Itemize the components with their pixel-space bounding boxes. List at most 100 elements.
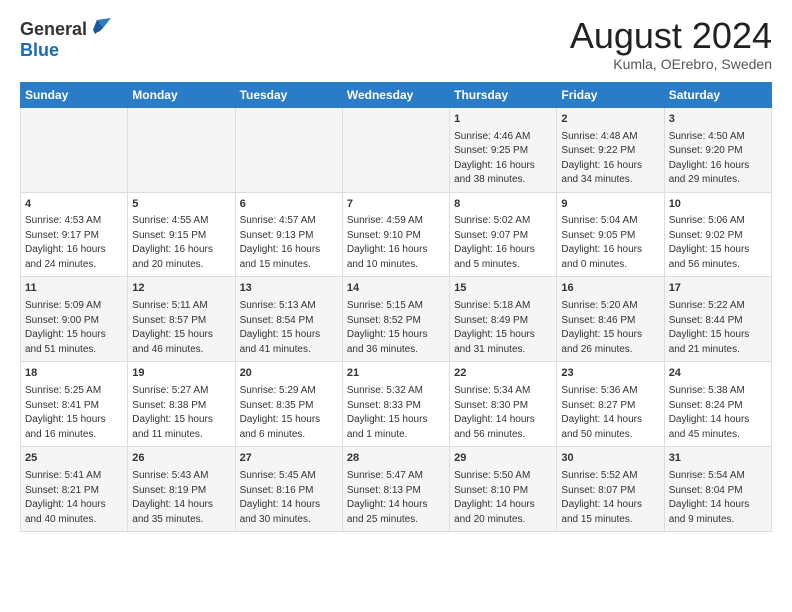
day-info: Sunrise: 5:34 AM Sunset: 8:30 PM Dayligh… [454, 385, 535, 440]
calendar-cell [21, 107, 128, 192]
calendar-cell: 3Sunrise: 4:50 AM Sunset: 9:20 PM Daylig… [664, 107, 771, 192]
header-sunday: Sunday [21, 82, 128, 107]
day-info: Sunrise: 4:48 AM Sunset: 9:22 PM Dayligh… [561, 131, 642, 186]
day-number: 9 [561, 197, 659, 213]
day-number: 15 [454, 281, 552, 297]
day-number: 10 [669, 197, 767, 213]
calendar-cell: 27Sunrise: 5:45 AM Sunset: 8:16 PM Dayli… [235, 447, 342, 532]
header-saturday: Saturday [664, 82, 771, 107]
calendar-cell: 16 Sunrise: 5:20 AM Sunset: 8:46 PM Dayli… [557, 277, 664, 362]
calendar-cell: 23Sunrise: 5:36 AM Sunset: 8:27 PM Dayli… [557, 362, 664, 447]
calendar-cell: 29 Sunrise: 5:50 AM Sunset: 8:10 PM Dayli… [450, 447, 557, 532]
day-info: Sunrise: 5:50 AM Sunset: 8:10 PM Dayligh… [454, 470, 535, 525]
day-info: Sunrise: 5:04 AM Sunset: 9:05 PM Dayligh… [561, 215, 642, 270]
day-number: 31 [669, 451, 767, 467]
day-info: Sunrise: 4:50 AM Sunset: 9:20 PM Dayligh… [669, 131, 750, 186]
day-info: Sunrise: 5:22 AM Sunset: 8:44 PM Dayligh… [669, 300, 750, 355]
day-number: 12 [132, 281, 230, 297]
day-number: 22 [454, 366, 552, 382]
calendar-cell: 28 Sunrise: 5:47 AM Sunset: 8:13 PM Dayli… [342, 447, 449, 532]
calendar-cell: 15 Sunrise: 5:18 AM Sunset: 8:49 PM Dayli… [450, 277, 557, 362]
header-friday: Friday [557, 82, 664, 107]
logo-blue-text: Blue [20, 40, 59, 61]
page: General Blue August 2024 Kumla, OErebro,… [0, 0, 792, 542]
calendar-cell: 8 Sunrise: 5:02 AM Sunset: 9:07 PM Daylig… [450, 192, 557, 277]
logo-bird-icon [89, 16, 111, 38]
calendar-cell: 10 Sunrise: 5:06 AM Sunset: 9:02 PM Dayli… [664, 192, 771, 277]
day-info: Sunrise: 5:13 AM Sunset: 8:54 PM Dayligh… [240, 300, 321, 355]
day-info: Sunrise: 5:18 AM Sunset: 8:49 PM Dayligh… [454, 300, 535, 355]
logo-general-text: General [20, 19, 87, 40]
day-number: 7 [347, 197, 445, 213]
day-number: 25 [25, 451, 123, 467]
day-number: 30 [561, 451, 659, 467]
day-number: 4 [25, 197, 123, 213]
day-info: Sunrise: 5:20 AM Sunset: 8:46 PM Dayligh… [561, 300, 642, 355]
calendar-cell: 2 Sunrise: 4:48 AM Sunset: 9:22 PM Daylig… [557, 107, 664, 192]
day-number: 1 [454, 112, 552, 128]
calendar-cell: 31Sunrise: 5:54 AM Sunset: 8:04 PM Dayli… [664, 447, 771, 532]
calendar-header-row: SundayMondayTuesdayWednesdayThursdayFrid… [21, 82, 772, 107]
calendar-cell: 24Sunrise: 5:38 AM Sunset: 8:24 PM Dayli… [664, 362, 771, 447]
calendar-cell: 11 Sunrise: 5:09 AM Sunset: 9:00 PM Dayli… [21, 277, 128, 362]
day-number: 19 [132, 366, 230, 382]
calendar-cell: 4Sunrise: 4:53 AM Sunset: 9:17 PM Daylig… [21, 192, 128, 277]
calendar-cell [235, 107, 342, 192]
day-info: Sunrise: 5:27 AM Sunset: 8:38 PM Dayligh… [132, 385, 213, 440]
day-number: 29 [454, 451, 552, 467]
calendar-week-4: 25Sunrise: 5:41 AM Sunset: 8:21 PM Dayli… [21, 447, 772, 532]
day-number: 27 [240, 451, 338, 467]
day-info: Sunrise: 5:38 AM Sunset: 8:24 PM Dayligh… [669, 385, 750, 440]
day-info: Sunrise: 5:43 AM Sunset: 8:19 PM Dayligh… [132, 470, 213, 525]
day-info: Sunrise: 5:06 AM Sunset: 9:02 PM Dayligh… [669, 215, 750, 270]
day-number: 14 [347, 281, 445, 297]
day-info: Sunrise: 5:25 AM Sunset: 8:41 PM Dayligh… [25, 385, 106, 440]
calendar-cell: 13 Sunrise: 5:13 AM Sunset: 8:54 PM Dayli… [235, 277, 342, 362]
calendar-cell: 6Sunrise: 4:57 AM Sunset: 9:13 PM Daylig… [235, 192, 342, 277]
calendar-cell: 5 Sunrise: 4:55 AM Sunset: 9:15 PM Daylig… [128, 192, 235, 277]
day-info: Sunrise: 5:52 AM Sunset: 8:07 PM Dayligh… [561, 470, 642, 525]
header-wednesday: Wednesday [342, 82, 449, 107]
calendar-cell: 14 Sunrise: 5:15 AM Sunset: 8:52 PM Dayli… [342, 277, 449, 362]
day-number: 21 [347, 366, 445, 382]
day-info: Sunrise: 4:46 AM Sunset: 9:25 PM Dayligh… [454, 131, 535, 186]
calendar-cell: 21 Sunrise: 5:32 AM Sunset: 8:33 PM Dayli… [342, 362, 449, 447]
calendar-cell: 18 Sunrise: 5:25 AM Sunset: 8:41 PM Dayli… [21, 362, 128, 447]
calendar-week-1: 4Sunrise: 4:53 AM Sunset: 9:17 PM Daylig… [21, 192, 772, 277]
calendar-cell [128, 107, 235, 192]
calendar-cell: 17 Sunrise: 5:22 AM Sunset: 8:44 PM Dayli… [664, 277, 771, 362]
day-number: 2 [561, 112, 659, 128]
day-info: Sunrise: 5:02 AM Sunset: 9:07 PM Dayligh… [454, 215, 535, 270]
day-info: Sunrise: 4:55 AM Sunset: 9:15 PM Dayligh… [132, 215, 213, 270]
calendar-cell: 22 Sunrise: 5:34 AM Sunset: 8:30 PM Dayli… [450, 362, 557, 447]
day-number: 11 [25, 281, 123, 297]
calendar-table: SundayMondayTuesdayWednesdayThursdayFrid… [20, 82, 772, 533]
calendar-week-2: 11 Sunrise: 5:09 AM Sunset: 9:00 PM Dayli… [21, 277, 772, 362]
day-number: 6 [240, 197, 338, 213]
day-number: 18 [25, 366, 123, 382]
calendar-cell: 1 Sunrise: 4:46 AM Sunset: 9:25 PM Daylig… [450, 107, 557, 192]
day-number: 16 [561, 281, 659, 297]
calendar-cell: 12 Sunrise: 5:11 AM Sunset: 8:57 PM Dayli… [128, 277, 235, 362]
header: General Blue August 2024 Kumla, OErebro,… [20, 16, 772, 72]
day-number: 8 [454, 197, 552, 213]
day-info: Sunrise: 4:59 AM Sunset: 9:10 PM Dayligh… [347, 215, 428, 270]
calendar-cell: 25Sunrise: 5:41 AM Sunset: 8:21 PM Dayli… [21, 447, 128, 532]
day-number: 17 [669, 281, 767, 297]
logo: General Blue [20, 16, 111, 61]
day-info: Sunrise: 5:15 AM Sunset: 8:52 PM Dayligh… [347, 300, 428, 355]
day-number: 23 [561, 366, 659, 382]
day-info: Sunrise: 5:29 AM Sunset: 8:35 PM Dayligh… [240, 385, 321, 440]
day-info: Sunrise: 5:11 AM Sunset: 8:57 PM Dayligh… [132, 300, 213, 355]
day-number: 28 [347, 451, 445, 467]
calendar-cell: 9 Sunrise: 5:04 AM Sunset: 9:05 PM Daylig… [557, 192, 664, 277]
day-number: 26 [132, 451, 230, 467]
title-block: August 2024 Kumla, OErebro, Sweden [570, 16, 772, 72]
calendar-cell: 26 Sunrise: 5:43 AM Sunset: 8:19 PM Dayli… [128, 447, 235, 532]
calendar-cell: 7 Sunrise: 4:59 AM Sunset: 9:10 PM Daylig… [342, 192, 449, 277]
day-number: 13 [240, 281, 338, 297]
day-info: Sunrise: 5:47 AM Sunset: 8:13 PM Dayligh… [347, 470, 428, 525]
day-info: Sunrise: 5:32 AM Sunset: 8:33 PM Dayligh… [347, 385, 428, 440]
day-number: 5 [132, 197, 230, 213]
day-info: Sunrise: 5:09 AM Sunset: 9:00 PM Dayligh… [25, 300, 106, 355]
